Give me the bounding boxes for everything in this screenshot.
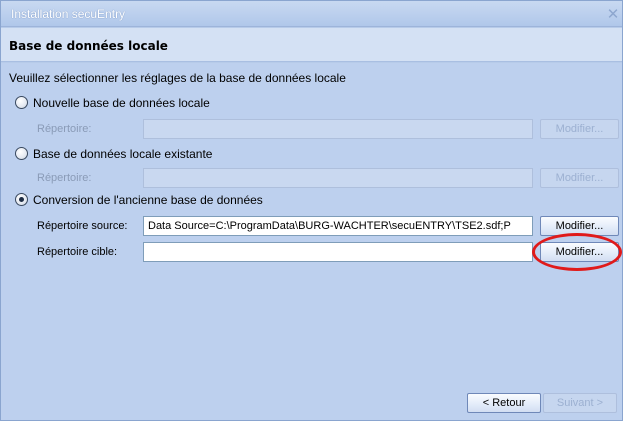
source-directory-input[interactable]: Data Source=C:\ProgramData\BURG-WACHTER\…	[143, 216, 533, 236]
window-title: Installation secuEntry	[11, 7, 126, 21]
directory-label-existing: Répertoire:	[37, 172, 92, 184]
installer-window: Installation secuEntry ✕ Base de données…	[0, 0, 623, 421]
radio-label-new-database: Nouvelle base de données locale	[33, 96, 210, 110]
radio-label-existing-database: Base de données locale existante	[33, 147, 213, 161]
source-directory-label: Répertoire source:	[37, 220, 128, 232]
directory-input-existing[interactable]	[143, 168, 533, 188]
next-button[interactable]: Suivant >	[543, 393, 617, 413]
page-title: Base de données locale	[9, 39, 168, 53]
page-header: Base de données locale	[1, 28, 622, 62]
modify-button-existing[interactable]: Modifier...	[540, 168, 619, 188]
directory-label-new: Répertoire:	[37, 123, 92, 135]
directory-input-new[interactable]	[143, 119, 533, 139]
main-content: Veuillez sélectionner les réglages de la…	[1, 63, 622, 420]
radio-new-database[interactable]	[15, 96, 28, 109]
modify-button-new[interactable]: Modifier...	[540, 119, 619, 139]
radio-label-convert-database: Conversion de l'ancienne base de données	[33, 193, 263, 207]
target-directory-label: Répertoire cible:	[37, 246, 118, 258]
modify-target-button[interactable]: Modifier...	[540, 242, 619, 262]
back-button[interactable]: < Retour	[467, 393, 541, 413]
title-bar: Installation secuEntry ✕	[1, 1, 622, 27]
radio-convert-database[interactable]	[15, 193, 28, 206]
page-subtitle: Veuillez sélectionner les réglages de la…	[9, 71, 346, 85]
target-directory-input[interactable]	[143, 242, 533, 262]
radio-existing-database[interactable]	[15, 147, 28, 160]
modify-source-button[interactable]: Modifier...	[540, 216, 619, 236]
close-icon[interactable]: ✕	[605, 5, 621, 23]
